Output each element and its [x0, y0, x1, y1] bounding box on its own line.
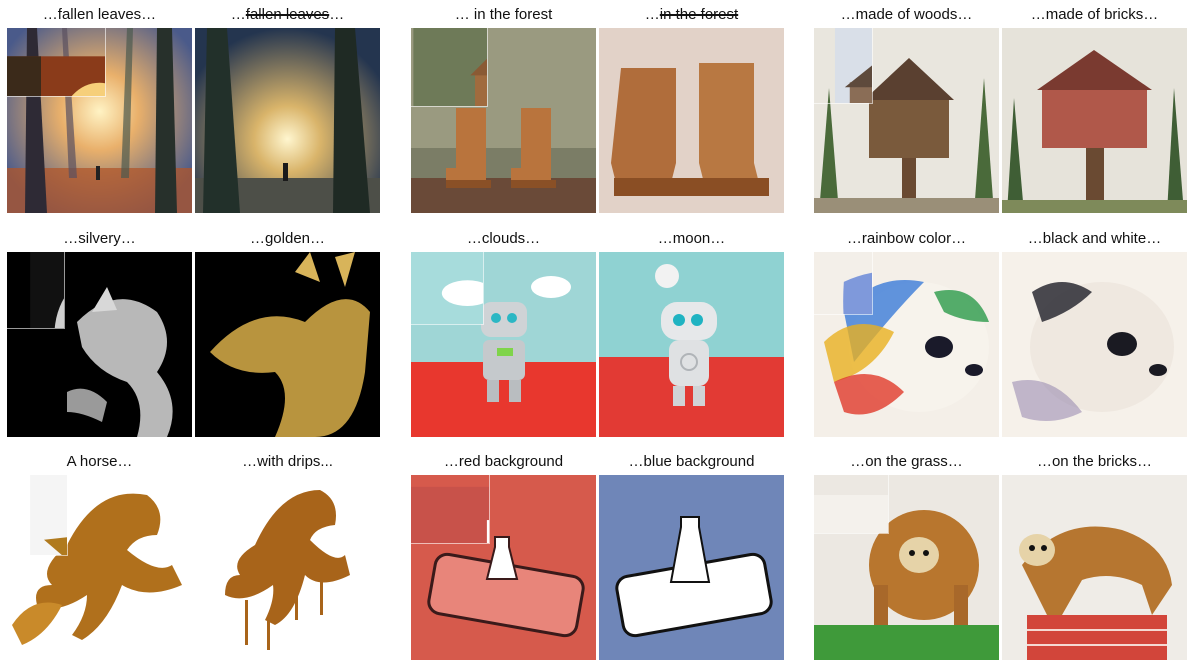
panel-clouds: …clouds…: [411, 226, 596, 437]
panel-golden: …golden…: [195, 226, 380, 437]
panel-caption: …fallen leaves…: [42, 6, 157, 23]
reference-inset: [814, 28, 873, 104]
panel-made-of-woods: …made of woods…: [814, 2, 999, 213]
panel-caption: …black and white…: [1027, 230, 1162, 247]
robot-moon-image: [599, 252, 784, 437]
reference-inset: [411, 252, 484, 325]
silver-dragon-image: [7, 252, 192, 437]
panel-on-the-bricks: …on the bricks…: [1002, 449, 1187, 660]
panel-in-the-forest: … in the forest: [411, 2, 596, 213]
panel-rainbow-color: …rainbow color…: [814, 226, 999, 437]
panel-a-horse: A horse…: [7, 449, 192, 660]
panel-caption: A horse…: [66, 453, 133, 470]
panel-caption: …clouds…: [466, 230, 541, 247]
panel-made-of-bricks: …made of bricks…: [1002, 2, 1187, 213]
panel-caption: …made of bricks…: [1030, 6, 1159, 23]
panel-caption: …on the bricks…: [1036, 453, 1153, 470]
phone-vase-blue-image: [599, 475, 784, 660]
forest-path-image: [195, 28, 380, 213]
panel-caption: …with drips...: [242, 453, 333, 470]
sloth-grass-image: [814, 475, 999, 660]
panel-on-the-grass: …on the grass…: [814, 449, 999, 660]
panel-caption: … in the forest: [454, 6, 553, 23]
panel-blue-background: …blue background: [599, 449, 784, 660]
panel-caption: …red background: [443, 453, 564, 470]
reference-inset: [814, 252, 873, 315]
panel-caption: …made of woods…: [840, 6, 973, 23]
panel-fallen-leaves: …fallen leaves…: [7, 2, 192, 213]
panel-red-background: …red background: [411, 449, 596, 660]
wooden-boots-studio-image: [599, 28, 784, 213]
reference-inset: [814, 475, 889, 534]
golden-horse-drips-image: [195, 475, 380, 660]
rainbow-panda-image: [814, 252, 999, 437]
panel-black-and-white: …black and white…: [1002, 226, 1187, 437]
black-white-panda-image: [1002, 252, 1187, 437]
panel-caption: …golden…: [249, 230, 326, 247]
golden-horse-image: [7, 475, 192, 660]
golden-dragon-image: [195, 252, 380, 437]
panel-with-drips: …with drips...: [195, 449, 380, 660]
phone-vase-red-image: [411, 475, 596, 660]
reference-inset: [7, 252, 65, 329]
wooden-treehouse-image: [814, 28, 999, 213]
forest-path-image: [7, 28, 192, 213]
panel-caption: …fallen leaves…: [230, 6, 345, 23]
panel-not-in-the-forest: …in the forest: [599, 2, 784, 213]
panel-silvery: …silvery…: [7, 226, 192, 437]
robot-clouds-image: [411, 252, 596, 437]
reference-inset: [7, 28, 106, 97]
panel-caption: …moon…: [657, 230, 726, 247]
reference-inset: [411, 475, 490, 544]
panel-caption: …in the forest: [644, 6, 739, 23]
sloth-bricks-image: [1002, 475, 1187, 660]
wooden-boots-forest-image: [411, 28, 596, 213]
reference-inset: [7, 475, 68, 556]
panel-caption: …blue background: [628, 453, 755, 470]
panel-without-fallen-leaves: …fallen leaves…: [195, 2, 380, 213]
panel-moon: …moon…: [599, 226, 784, 437]
panel-caption: …on the grass…: [850, 453, 963, 470]
reference-inset: [411, 28, 488, 107]
brick-treehouse-image: [1002, 28, 1187, 213]
panel-caption: …rainbow color…: [846, 230, 967, 247]
panel-caption: …silvery…: [63, 230, 136, 247]
